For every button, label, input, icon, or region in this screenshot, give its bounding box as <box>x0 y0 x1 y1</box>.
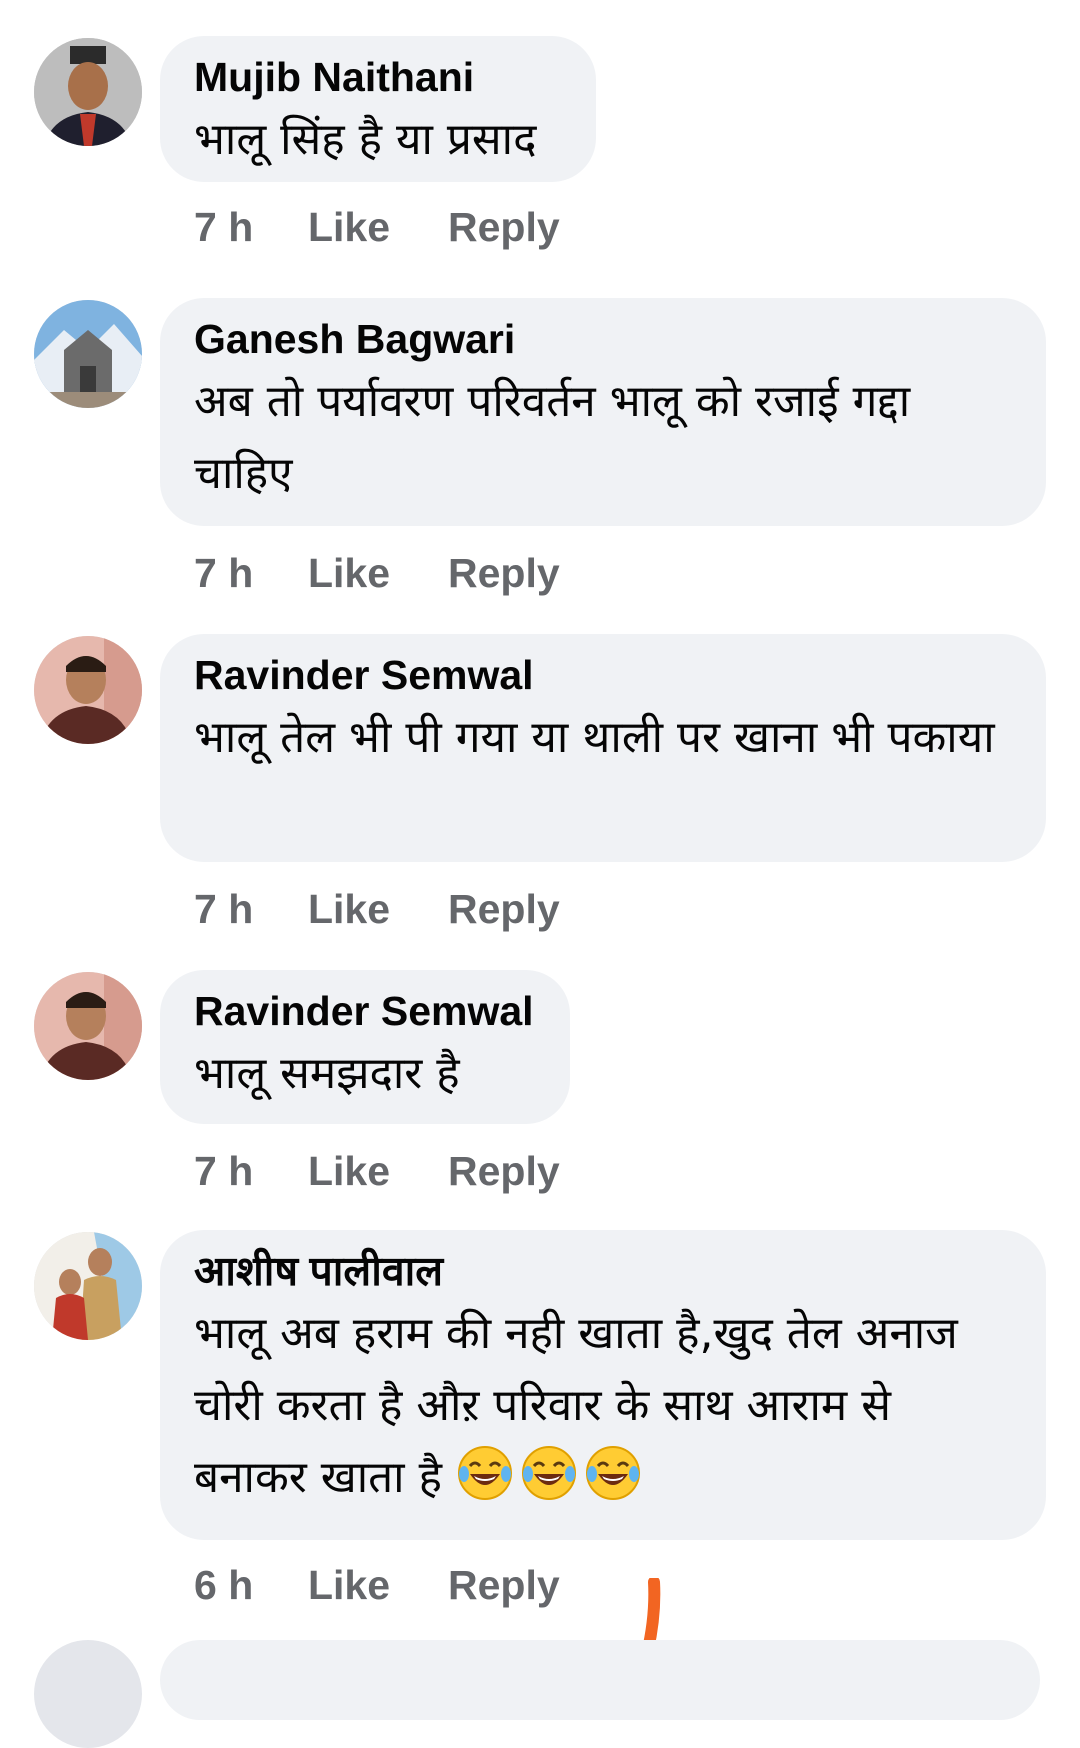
like-button[interactable]: Like <box>308 1562 448 1608</box>
comment-actions: 7 h Like Reply <box>194 550 560 596</box>
comment-text: अब तो पर्यावरण परिवर्तन भालू को रजाई गद्… <box>194 376 911 499</box>
comment-time[interactable]: 7 h <box>194 550 308 596</box>
avatar[interactable] <box>34 38 142 146</box>
reply-button[interactable]: Reply <box>448 550 560 596</box>
reply-button[interactable]: Reply <box>448 1562 560 1608</box>
reply-button[interactable]: Reply <box>448 886 560 932</box>
reply-button[interactable]: Reply <box>448 204 560 250</box>
like-button[interactable]: Like <box>308 886 448 932</box>
avatar[interactable] <box>34 300 142 408</box>
comment-actions: 7 h Like Reply <box>194 1148 560 1194</box>
comment-bubble: Ganesh Bagwari अब तो पर्यावरण परिवर्तन भ… <box>160 298 1046 526</box>
avatar[interactable] <box>34 972 142 1080</box>
comment-text: भालू तेल भी पी गया या थाली पर खाना भी पक… <box>194 712 995 763</box>
comment-actions: 7 h Like Reply <box>194 204 560 250</box>
comment-author[interactable]: Mujib Naithani <box>194 54 562 100</box>
comment-time[interactable]: 7 h <box>194 1148 308 1194</box>
like-button[interactable]: Like <box>308 204 448 250</box>
comment-author[interactable]: Ravinder Semwal <box>194 988 536 1034</box>
like-button[interactable]: Like <box>308 1148 448 1194</box>
tears-of-joy-icon <box>521 1446 576 1500</box>
tears-of-joy-icon <box>585 1446 640 1500</box>
comment-text: भालू समझदार है <box>194 1048 460 1099</box>
like-button[interactable]: Like <box>308 550 448 596</box>
tears-of-joy-icon <box>457 1446 512 1500</box>
avatar[interactable] <box>34 1640 142 1748</box>
comment-bubble: Mujib Naithani भालू सिंह है या प्रसाद <box>160 36 596 182</box>
tears-of-joy-emoji <box>456 1446 648 1503</box>
comment-author[interactable]: Ravinder Semwal <box>194 652 1012 698</box>
comment-author[interactable]: आशीष पालीवाल <box>194 1248 1012 1294</box>
comment-text: भालू सिंह है या प्रसाद <box>194 114 537 165</box>
comment-time[interactable]: 7 h <box>194 886 308 932</box>
avatar[interactable] <box>34 1232 142 1340</box>
comment-bubble: Ravinder Semwal भालू समझदार है <box>160 970 570 1124</box>
comment-bubble: Ravinder Semwal भालू तेल भी पी गया या था… <box>160 634 1046 862</box>
comment-time[interactable]: 7 h <box>194 204 308 250</box>
comment-text: भालू अब हराम की नही खाता है,खुद तेल अनाज… <box>194 1298 1012 1514</box>
comment-bubble: आशीष पालीवाल भालू अब हराम की नही खाता है… <box>160 1230 1046 1540</box>
comment-author[interactable]: Ganesh Bagwari <box>194 316 1012 362</box>
comment-actions: 7 h Like Reply <box>194 886 560 932</box>
comment-actions: 6 h Like Reply <box>194 1562 560 1608</box>
reply-button[interactable]: Reply <box>448 1148 560 1194</box>
avatar[interactable] <box>34 636 142 744</box>
comment-bubble <box>160 1640 1040 1720</box>
comment-time[interactable]: 6 h <box>194 1562 308 1608</box>
